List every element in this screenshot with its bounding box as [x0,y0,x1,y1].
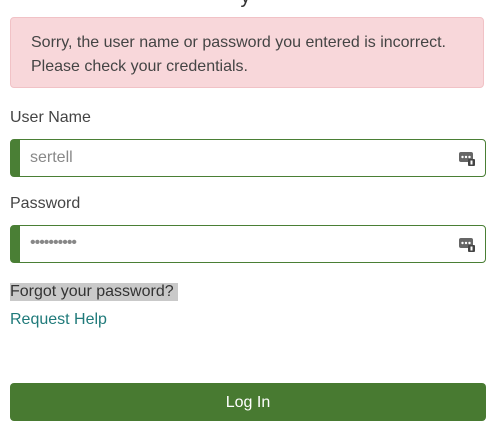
password-field-container: •••••••••• [10,225,486,263]
password-input[interactable]: •••••••••• [30,226,77,262]
error-alert: Sorry, the user name or password you ent… [10,17,484,88]
username-field-container [10,139,486,177]
username-input[interactable] [30,140,450,176]
login-button[interactable]: Log In [10,383,486,421]
forgot-password-link[interactable]: Forgot your password? [10,283,178,301]
page-heading-fragment: y [0,0,491,9]
username-label: User Name [10,109,91,126]
credential-key-icon[interactable] [459,236,475,252]
login-page: y Sorry, the user name or password you e… [0,0,491,424]
error-message-line-2: Please check your credentials. [31,58,248,75]
password-label: Password [10,195,81,212]
credential-key-icon[interactable] [459,150,475,166]
request-help-link[interactable]: Request Help [10,311,107,329]
error-message-line-1: Sorry, the user name or password you ent… [31,34,446,51]
